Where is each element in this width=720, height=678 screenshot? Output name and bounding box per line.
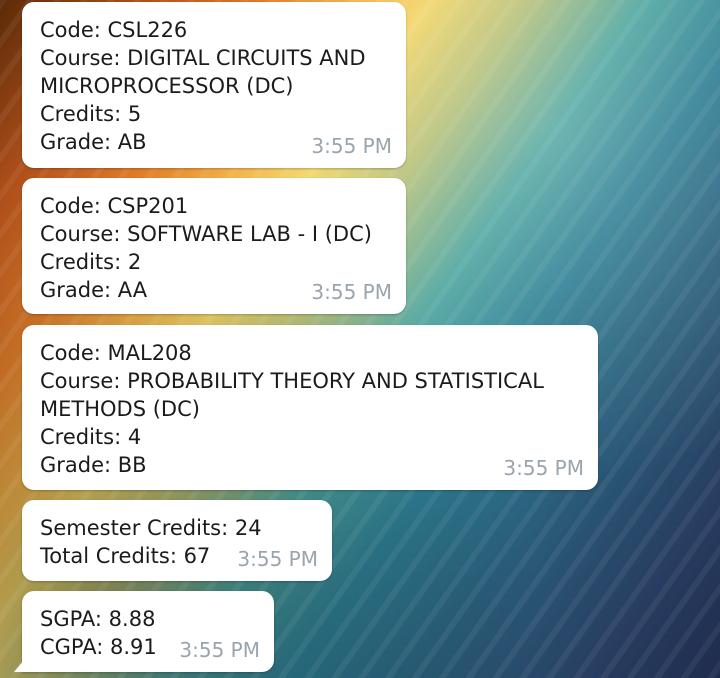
- message-bubble[interactable]: Code: MAL208 Course: PROBABILITY THEORY …: [22, 325, 598, 490]
- message-timestamp: 3:55 PM: [179, 638, 260, 662]
- message-bubble[interactable]: Code: CSP201 Course: SOFTWARE LAB - I (D…: [22, 178, 406, 314]
- message-bubble[interactable]: SGPA: 8.88 CGPA: 8.91 3:55 PM: [14, 591, 274, 672]
- message-timestamp: 3:55 PM: [503, 456, 584, 480]
- message-text-line: METHODS (DC): [40, 397, 200, 421]
- message-bubble[interactable]: Code: CSL226 Course: DIGITAL CIRCUITS AN…: [22, 2, 406, 168]
- message-text-line: Semester Credits: 24: [40, 516, 262, 540]
- message-text-line: Code: CSP201: [40, 194, 189, 218]
- message-text-line: Grade: BB: [40, 453, 147, 477]
- message-text-line: Credits: 4: [40, 425, 142, 449]
- message-text-line: SGPA: 8.88: [40, 607, 156, 631]
- message-text-line: Code: MAL208: [40, 341, 192, 365]
- message-text-line: MICROPROCESSOR (DC): [40, 74, 294, 98]
- message-text-line: Course: SOFTWARE LAB - I (DC): [40, 222, 372, 246]
- message-timestamp: 3:55 PM: [311, 280, 392, 304]
- message-text-line: Course: DIGITAL CIRCUITS AND: [40, 46, 366, 70]
- message-text-line: Credits: 2: [40, 250, 142, 274]
- message-text-line: Course: PROBABILITY THEORY AND STATISTIC…: [40, 369, 544, 393]
- bubble-tail: [14, 660, 24, 672]
- message-text-line: Credits: 5: [40, 102, 142, 126]
- message-bubble[interactable]: Semester Credits: 24 Total Credits: 67 3…: [22, 500, 332, 581]
- message-timestamp: 3:55 PM: [311, 134, 392, 158]
- message-text-line: Code: CSL226: [40, 18, 188, 42]
- message-timestamp: 3:55 PM: [237, 547, 318, 571]
